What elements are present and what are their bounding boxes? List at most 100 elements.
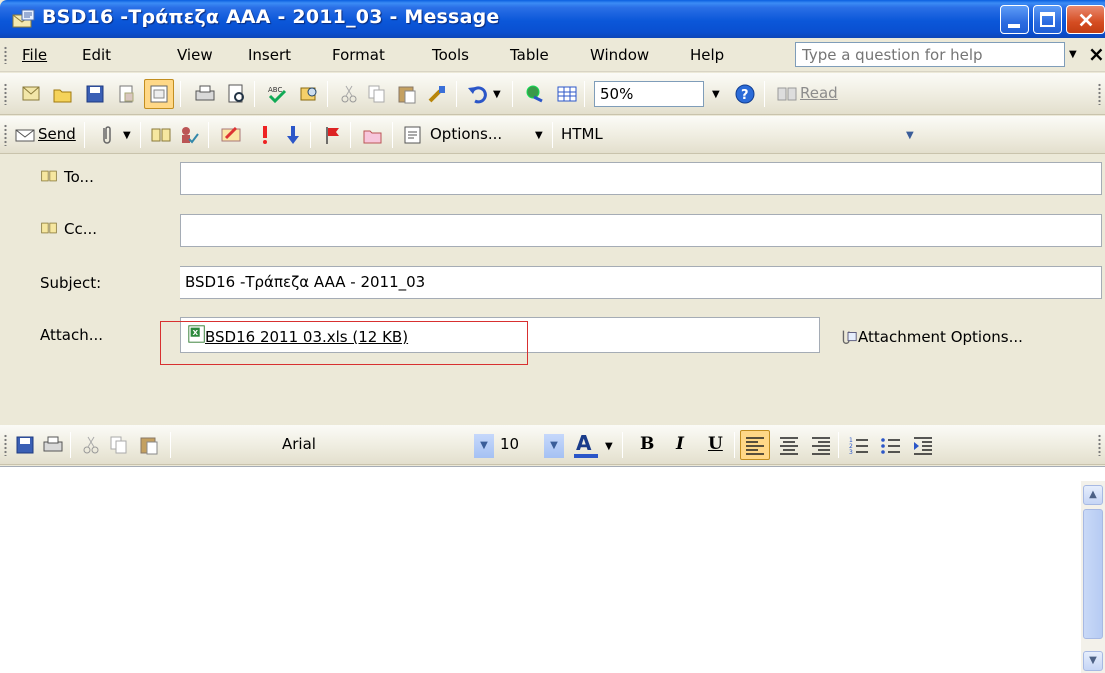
- spelling-icon[interactable]: ABC: [266, 83, 288, 105]
- title-bar[interactable]: BSD16 -Τράπεζα AAA - 2011_03 - Message: [0, 0, 1105, 38]
- separator: [838, 432, 839, 458]
- font-size-dropdown-button[interactable]: ▼: [544, 434, 564, 458]
- menu-edit[interactable]: Edit: [82, 46, 111, 64]
- importance-high-icon[interactable]: [254, 124, 276, 146]
- font-dropdown-button[interactable]: ▼: [474, 434, 494, 458]
- research-icon: [150, 85, 168, 103]
- close-document-icon[interactable]: ×: [1088, 42, 1105, 66]
- formatting-toolbar-grip[interactable]: [4, 434, 7, 456]
- to-button[interactable]: To...: [64, 168, 94, 186]
- copy-icon[interactable]: [108, 434, 130, 456]
- vertical-scrollbar[interactable]: ▲ ▼: [1081, 481, 1105, 673]
- cut-icon[interactable]: [338, 83, 360, 105]
- help-search-box[interactable]: [795, 42, 1065, 67]
- options-icon[interactable]: [402, 124, 424, 146]
- message-body[interactable]: ▲ ▼: [0, 466, 1105, 673]
- numbering-icon[interactable]: 123: [848, 434, 870, 456]
- underline-icon[interactable]: U: [708, 434, 723, 454]
- scroll-thumb[interactable]: [1083, 509, 1103, 639]
- send-button[interactable]: Send: [38, 125, 76, 143]
- to-field[interactable]: [180, 162, 1102, 195]
- print-icon[interactable]: [42, 434, 64, 456]
- email-toolbar-grip[interactable]: [4, 124, 7, 146]
- zoom-value: 50%: [600, 85, 634, 103]
- outlook-message-window: BSD16 -Τράπεζα AAA - 2011_03 - Message F…: [0, 0, 1105, 673]
- copy-icon[interactable]: [366, 83, 388, 105]
- attachment-options-button[interactable]: Attachment Options...: [858, 328, 1023, 346]
- font-color-button[interactable]: A: [572, 431, 600, 459]
- indent-icon[interactable]: [912, 434, 934, 456]
- options-dropdown-arrow[interactable]: ▼: [535, 130, 543, 141]
- help-icon[interactable]: ?: [734, 83, 756, 105]
- message-format-combo[interactable]: HTML: [556, 122, 716, 148]
- table-icon[interactable]: [556, 83, 578, 105]
- standard-toolbar-grip[interactable]: [4, 83, 7, 105]
- format-dropdown-arrow[interactable]: ▼: [906, 130, 914, 141]
- close-button[interactable]: [1066, 5, 1105, 34]
- save-icon[interactable]: [14, 434, 36, 456]
- menu-window[interactable]: Window: [590, 46, 649, 64]
- maximize-icon: [1040, 12, 1055, 27]
- open-icon[interactable]: [52, 83, 74, 105]
- font-combo[interactable]: Arial: [282, 432, 472, 458]
- read-icon[interactable]: [776, 83, 798, 105]
- toolbar-overflow-grip[interactable]: [1098, 434, 1101, 456]
- read-button-label[interactable]: Read: [800, 84, 838, 102]
- send-icon[interactable]: [14, 124, 36, 146]
- menu-help[interactable]: Help: [690, 46, 724, 64]
- italic-icon[interactable]: I: [676, 434, 684, 454]
- help-dropdown-arrow[interactable]: ▼: [1069, 49, 1077, 60]
- cc-button[interactable]: Cc...: [64, 220, 97, 238]
- new-icon[interactable]: [20, 83, 42, 105]
- print-preview-icon[interactable]: [226, 83, 248, 105]
- align-center-icon[interactable]: [778, 434, 800, 456]
- subject-field[interactable]: BSD16 -Τράπεζα AAA - 2011_03: [180, 266, 1102, 299]
- toolbar-overflow-grip[interactable]: [1098, 83, 1101, 105]
- check-names-icon[interactable]: [178, 124, 200, 146]
- separator: [392, 122, 393, 148]
- research-book-icon[interactable]: [298, 83, 320, 105]
- undo-dropdown-arrow[interactable]: ▼: [493, 89, 501, 100]
- format-painter-icon[interactable]: [426, 83, 448, 105]
- hyperlink-icon[interactable]: [524, 83, 546, 105]
- menu-format[interactable]: Format: [332, 46, 385, 64]
- menu-grip[interactable]: [4, 46, 7, 64]
- help-input[interactable]: [800, 45, 1040, 65]
- paperclip-icon[interactable]: [96, 124, 118, 146]
- zoom-dropdown-arrow[interactable]: ▼: [712, 89, 720, 100]
- cut-icon[interactable]: [80, 434, 102, 456]
- font-size-combo[interactable]: 10: [498, 432, 538, 458]
- importance-low-icon[interactable]: [282, 124, 304, 146]
- menu-file[interactable]: File: [22, 46, 47, 64]
- minimize-icon: [1008, 24, 1020, 28]
- menu-tools[interactable]: Tools: [432, 46, 469, 64]
- minimize-button[interactable]: [1000, 5, 1029, 34]
- scroll-down-button[interactable]: ▼: [1083, 651, 1103, 671]
- font-color-dropdown-arrow[interactable]: ▼: [605, 441, 613, 452]
- options-button[interactable]: Options...: [430, 125, 502, 143]
- print-icon[interactable]: [194, 83, 216, 105]
- close-icon: [1079, 13, 1093, 27]
- paste-icon[interactable]: [138, 434, 160, 456]
- attachment-link[interactable]: BSD16 2011 03.xls (12 KB): [205, 328, 408, 346]
- signature-icon[interactable]: [220, 124, 242, 146]
- save-icon[interactable]: [84, 83, 106, 105]
- scroll-up-button[interactable]: ▲: [1083, 485, 1103, 505]
- bold-icon[interactable]: B: [640, 434, 654, 454]
- menu-table[interactable]: Table: [510, 46, 549, 64]
- maximize-button[interactable]: [1033, 5, 1062, 34]
- bullets-icon[interactable]: [880, 434, 902, 456]
- menu-view[interactable]: View: [177, 46, 213, 64]
- flag-icon[interactable]: [322, 124, 344, 146]
- address-book-icon[interactable]: [150, 124, 172, 146]
- cc-field[interactable]: [180, 214, 1102, 247]
- permission-icon[interactable]: [116, 83, 138, 105]
- undo-icon[interactable]: [466, 83, 488, 105]
- zoom-combo[interactable]: 50%: [594, 81, 704, 107]
- align-right-icon[interactable]: [810, 434, 832, 456]
- attachment-field[interactable]: X BSD16 2011 03.xls (12 KB): [180, 317, 820, 353]
- paste-icon[interactable]: [396, 83, 418, 105]
- options-folder-icon[interactable]: [362, 124, 384, 146]
- menu-insert[interactable]: Insert: [248, 46, 291, 64]
- attach-dropdown-arrow[interactable]: ▼: [123, 130, 131, 141]
